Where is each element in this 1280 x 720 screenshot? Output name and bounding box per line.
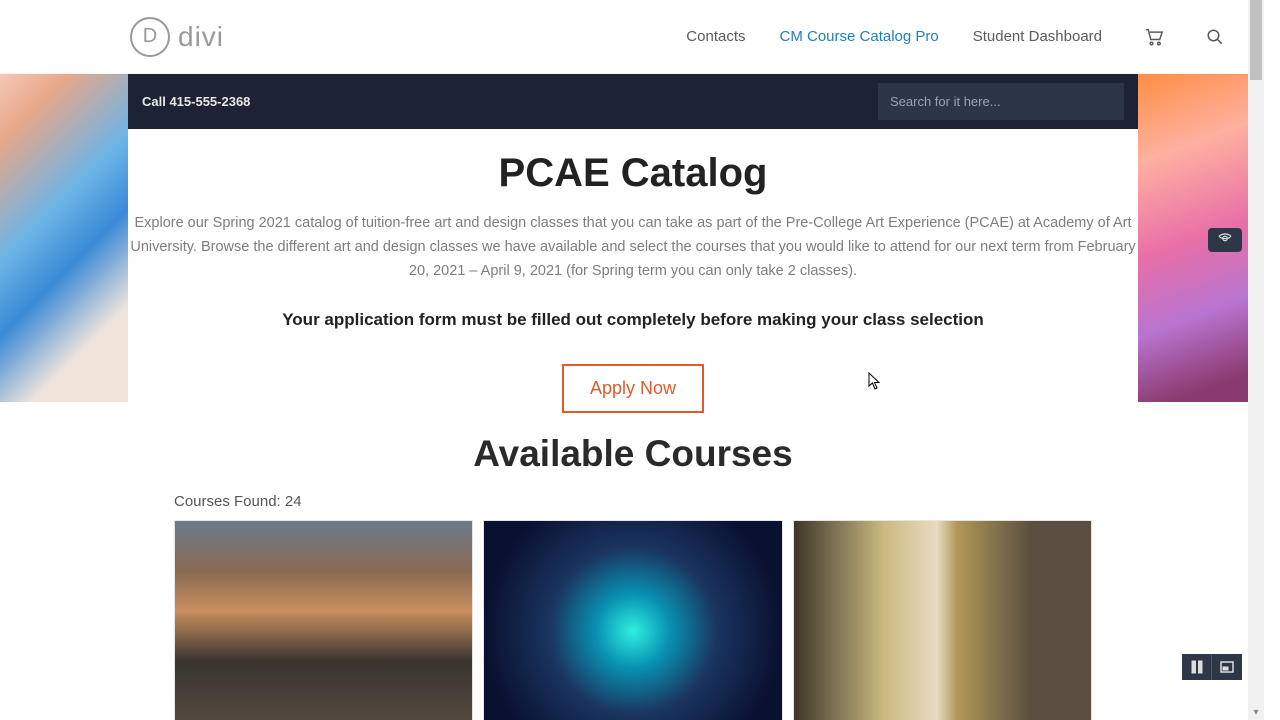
courses-found-label: Courses Found:: [174, 493, 281, 510]
course-thumbnail: [484, 521, 781, 720]
nav-links: Contacts CM Course Catalog Pro Student D…: [686, 28, 1224, 46]
page-description: Explore our Spring 2021 catalog of tuiti…: [128, 212, 1138, 284]
site-logo[interactable]: D divi: [130, 17, 224, 57]
page-scrollbar[interactable]: ▾: [1248, 0, 1264, 720]
apply-now-button[interactable]: Apply Now: [562, 364, 704, 413]
search-input[interactable]: [878, 83, 1124, 120]
scrollbar-thumb[interactable]: [1250, 0, 1262, 80]
course-thumbnail: [794, 521, 1091, 720]
pause-button[interactable]: [1182, 654, 1212, 680]
media-controls: [1182, 654, 1242, 680]
courses-found: Courses Found: 24: [128, 493, 1138, 510]
course-card[interactable]: [793, 520, 1092, 720]
frame-button[interactable]: [1212, 654, 1242, 680]
cart-icon[interactable]: [1144, 28, 1164, 46]
mouse-cursor: [868, 372, 882, 390]
search-icon[interactable]: [1206, 28, 1224, 46]
course-card[interactable]: [483, 520, 782, 720]
call-text: Call 415-555-2368: [142, 94, 250, 109]
nav-student-dashboard[interactable]: Student Dashboard: [973, 28, 1102, 45]
course-card[interactable]: [174, 520, 473, 720]
nav-catalog-pro[interactable]: CM Course Catalog Pro: [780, 28, 939, 45]
logo-icon: D: [130, 17, 170, 57]
page-title: PCAE Catalog: [128, 151, 1138, 196]
scrollbar-down-icon[interactable]: ▾: [1248, 704, 1264, 720]
courses-found-count: 24: [285, 493, 302, 510]
course-thumbnail: [175, 521, 472, 720]
top-nav: D divi Contacts CM Course Catalog Pro St…: [0, 0, 1264, 74]
utility-bar: Call 415-555-2368: [128, 74, 1138, 129]
application-notice: Your application form must be filled out…: [128, 310, 1138, 330]
accessibility-icon[interactable]: [1208, 228, 1242, 252]
course-grid: [128, 520, 1138, 720]
logo-text: divi: [178, 21, 224, 53]
main-content: Call 415-555-2368 PCAE Catalog Explore o…: [128, 74, 1138, 720]
available-courses-heading: Available Courses: [128, 433, 1138, 475]
nav-contacts[interactable]: Contacts: [686, 28, 745, 45]
